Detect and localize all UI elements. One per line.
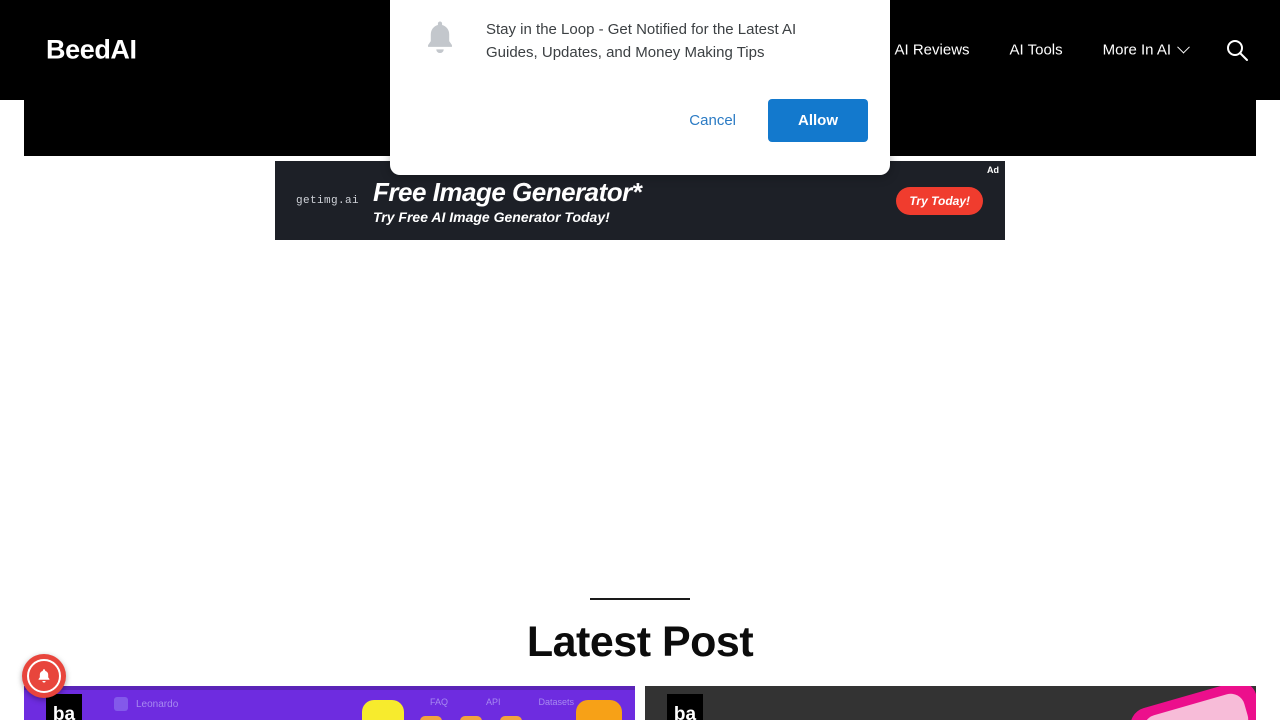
nav-item-label: AI Tools [1009, 41, 1063, 59]
post-card-list: ba Leonardo FAQ API Datasets ba [24, 686, 1256, 720]
leonardo-logo-icon [114, 697, 128, 711]
page-root: BeedAI AI Reviews AI Tools More In AI Ch… [0, 0, 1280, 720]
ad-cta-button[interactable]: Try Today! [896, 186, 983, 215]
card-badge: ba [667, 694, 703, 720]
ad-advertiser-logo: getimg.ai [296, 194, 360, 207]
card-accent-orange [576, 700, 622, 720]
post-card-second[interactable]: ba [645, 686, 1256, 720]
card-brand-row: Leonardo [114, 697, 178, 711]
card-brand-label: Leonardo [136, 698, 179, 710]
main-navigation: AI Reviews AI Tools More In AI [875, 40, 1209, 59]
card-accent-tiles [420, 716, 522, 720]
page-title: Latest Post [526, 618, 754, 666]
ad-subheadline: Try Free AI Image Generator Today! [373, 209, 610, 225]
bell-icon [27, 659, 61, 693]
post-card-leonardo[interactable]: ba Leonardo FAQ API Datasets [24, 686, 635, 720]
nav-item-ai-tools[interactable]: AI Tools [990, 42, 1083, 59]
dialog-message: Stay in the Loop - Get Notified for the … [486, 21, 797, 62]
cancel-button[interactable]: Cancel [671, 102, 754, 139]
notification-permission-dialog: Stay in the Loop - Get Notified for the … [390, 0, 890, 175]
dialog-actions: Cancel Allow [671, 99, 868, 142]
nav-item-label: More In AI [1102, 41, 1171, 59]
chevron-down-icon [1177, 40, 1190, 54]
nav-item-ai-reviews[interactable]: AI Reviews [875, 42, 990, 59]
bell-icon [420, 16, 464, 65]
search-icon[interactable] [1224, 37, 1250, 63]
site-logo[interactable]: BeedAI [46, 35, 137, 66]
card-badge: ba [46, 694, 82, 720]
card-nav-datasets: Datasets [538, 697, 575, 707]
card-top-strip [24, 686, 635, 690]
ad-headline: Free Image Generator* [373, 177, 642, 207]
notification-bell-widget[interactable] [22, 654, 66, 698]
dialog-content: Stay in the Loop - Get Notified for the … [420, 16, 860, 65]
allow-button[interactable]: Allow [768, 99, 868, 142]
section-divider [590, 598, 690, 600]
card-nav-faq: FAQ [430, 697, 449, 707]
nav-item-more-in-ai[interactable]: More In AI [1083, 40, 1208, 59]
card-inner-nav: FAQ API Datasets [430, 697, 574, 707]
card-accent-yellow [362, 700, 404, 720]
card-nav-api: API [486, 697, 501, 707]
nav-item-label: AI Reviews [894, 41, 970, 59]
ad-label: Ad [987, 165, 999, 175]
